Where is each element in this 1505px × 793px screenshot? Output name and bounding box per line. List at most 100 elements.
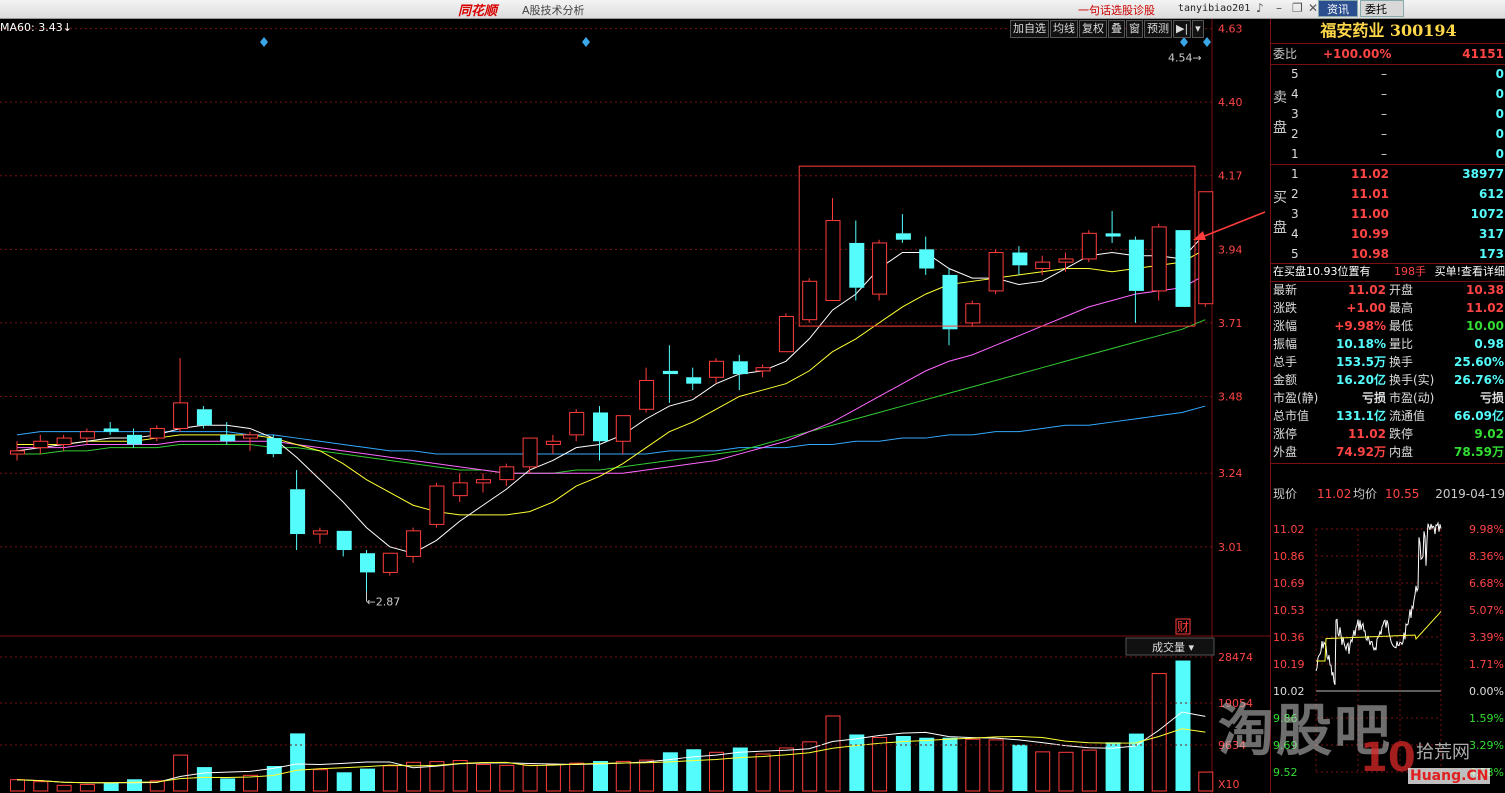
intraday-pct-label: 1.71% xyxy=(1469,658,1504,671)
close-icon[interactable]: ✕ xyxy=(1308,1,1318,15)
low-marker: ←2.87 xyxy=(367,596,401,609)
sell-volume: 0 xyxy=(1495,107,1504,121)
queue-text: 在买盘10.93位置有 xyxy=(1273,265,1371,278)
volume-bar xyxy=(10,779,25,792)
quote-value: 11.02 xyxy=(1348,427,1386,441)
candle-body xyxy=(615,415,631,442)
adjust-button[interactable]: 复权 xyxy=(1079,20,1107,38)
kline-chart[interactable]: 4.63 4.40 4.17 3.94 3.71 3.48 3.24 3.01 4.54→ ←2.… xyxy=(0,19,1270,793)
candle-body xyxy=(173,402,189,429)
mini-now-label: 现价 xyxy=(1273,487,1298,501)
intraday-price-line xyxy=(1315,521,1442,685)
buy-level: 1 xyxy=(1291,167,1299,181)
event-diamond xyxy=(1180,37,1188,47)
window-button[interactable]: 窗 xyxy=(1126,20,1143,38)
intraday-price-label: 9.52 xyxy=(1273,766,1298,779)
buy-label-2: 盘 xyxy=(1273,220,1287,236)
sell-volume: 0 xyxy=(1495,147,1504,161)
buy-level: 2 xyxy=(1291,187,1299,201)
restore-icon[interactable]: ❐ xyxy=(1292,1,1303,15)
sell-level: 4 xyxy=(1291,87,1299,101)
volume-bar xyxy=(942,737,958,791)
play-icon[interactable]: ▶| xyxy=(1173,20,1192,38)
quote-label: 振幅 xyxy=(1273,337,1298,351)
sell-label-2: 盘 xyxy=(1273,120,1287,136)
volume-bar xyxy=(755,753,771,792)
candle-body xyxy=(1175,230,1191,307)
volume-bar xyxy=(569,762,585,792)
quote-value: +9.98% xyxy=(1334,319,1386,333)
ma-button[interactable]: 均线 xyxy=(1050,20,1078,38)
bell-icon[interactable]: ♪ xyxy=(1256,1,1264,15)
quote-value: 78.59万 xyxy=(1454,445,1504,459)
ma60-line xyxy=(16,405,1206,455)
quote-value: 25.60% xyxy=(1454,355,1504,369)
watermark-url: Huang.CN xyxy=(1408,768,1491,784)
quote-value: 131.1亿 xyxy=(1336,409,1386,423)
candle-body xyxy=(686,377,702,384)
candle-body xyxy=(312,530,328,535)
candle-body xyxy=(290,489,306,535)
queue-link[interactable]: 买单!查看详细 xyxy=(1435,263,1505,281)
candle-body xyxy=(382,552,398,573)
volume-bar xyxy=(919,737,935,791)
candle-body xyxy=(33,440,49,449)
weibi-label: 委比 xyxy=(1273,47,1298,61)
candle-body xyxy=(149,427,165,439)
cai-label: 财 xyxy=(1177,620,1189,634)
dropdown-icon[interactable]: ▾ xyxy=(1192,20,1204,38)
add-watchlist-button[interactable]: 加自选 xyxy=(1010,20,1049,38)
sell-volume: 0 xyxy=(1495,87,1504,101)
volume-bar xyxy=(615,760,631,792)
mini-avg-label: 均价 xyxy=(1353,487,1378,501)
quote-label: 最低 xyxy=(1389,319,1414,333)
intraday-pct-label: 1.59% xyxy=(1469,712,1504,725)
volume-bar xyxy=(173,754,189,792)
sell-level: 2 xyxy=(1291,127,1299,141)
promo-link[interactable]: 一句话选股诊股 xyxy=(1078,2,1155,18)
volume-bar xyxy=(1035,751,1051,792)
main-chart[interactable]: 4.63 4.40 4.17 3.94 3.71 3.48 3.24 3.01 4.54→ ←2.… xyxy=(0,19,1270,793)
ma60-label: MA60: 3.43↓ xyxy=(0,21,72,34)
candle-body xyxy=(1198,191,1214,305)
news-button[interactable]: 资讯 xyxy=(1318,0,1358,17)
volume-bar xyxy=(336,772,352,791)
forecast-button[interactable]: 预测 xyxy=(1144,20,1172,38)
volume-bar xyxy=(103,782,119,791)
volume-bar xyxy=(243,774,258,792)
price-tick-label: 3.01 xyxy=(1218,541,1243,554)
candle-body xyxy=(336,530,352,551)
volume-label: 成交量 ▾ xyxy=(1152,640,1194,654)
quote-label: 总手 xyxy=(1273,355,1298,369)
quote-value: 10.38 xyxy=(1466,283,1504,297)
quote-value: 0.98 xyxy=(1474,337,1504,351)
queue-count: 198手 xyxy=(1394,265,1426,278)
user-name[interactable]: tanyibiao201 xyxy=(1178,3,1250,14)
quote-label: 内盘 xyxy=(1389,445,1414,459)
intraday-pct-label: 8.36% xyxy=(1469,550,1504,563)
intraday-price-label: 10.19 xyxy=(1273,658,1305,671)
volume-bar xyxy=(360,768,375,791)
volume-bar xyxy=(732,747,748,791)
sell-level: 3 xyxy=(1291,107,1299,121)
candle-body xyxy=(56,437,72,445)
volume-bar xyxy=(522,764,538,792)
weibi-value: 41151 xyxy=(1462,47,1504,61)
ma10-line xyxy=(17,248,1206,516)
price-tick-label: 3.94 xyxy=(1218,243,1243,256)
candle-body xyxy=(802,280,818,321)
sell-price: – xyxy=(1381,67,1387,81)
candle-body xyxy=(429,485,445,525)
minimize-icon[interactable]: – xyxy=(1276,1,1282,15)
volume-bar xyxy=(499,764,515,792)
buy-label-1: 买 xyxy=(1273,190,1287,206)
buy-price: 11.01 xyxy=(1351,187,1389,201)
candle-body xyxy=(360,553,375,573)
buy-volume: 173 xyxy=(1478,247,1504,261)
volume-bar xyxy=(965,738,981,792)
overlay-button[interactable]: 叠 xyxy=(1108,20,1125,38)
order-button[interactable]: 委托 xyxy=(1360,0,1404,17)
volume-bar xyxy=(79,783,95,792)
sell-price: – xyxy=(1381,87,1387,101)
intraday-price-label: 11.02 xyxy=(1273,523,1305,536)
